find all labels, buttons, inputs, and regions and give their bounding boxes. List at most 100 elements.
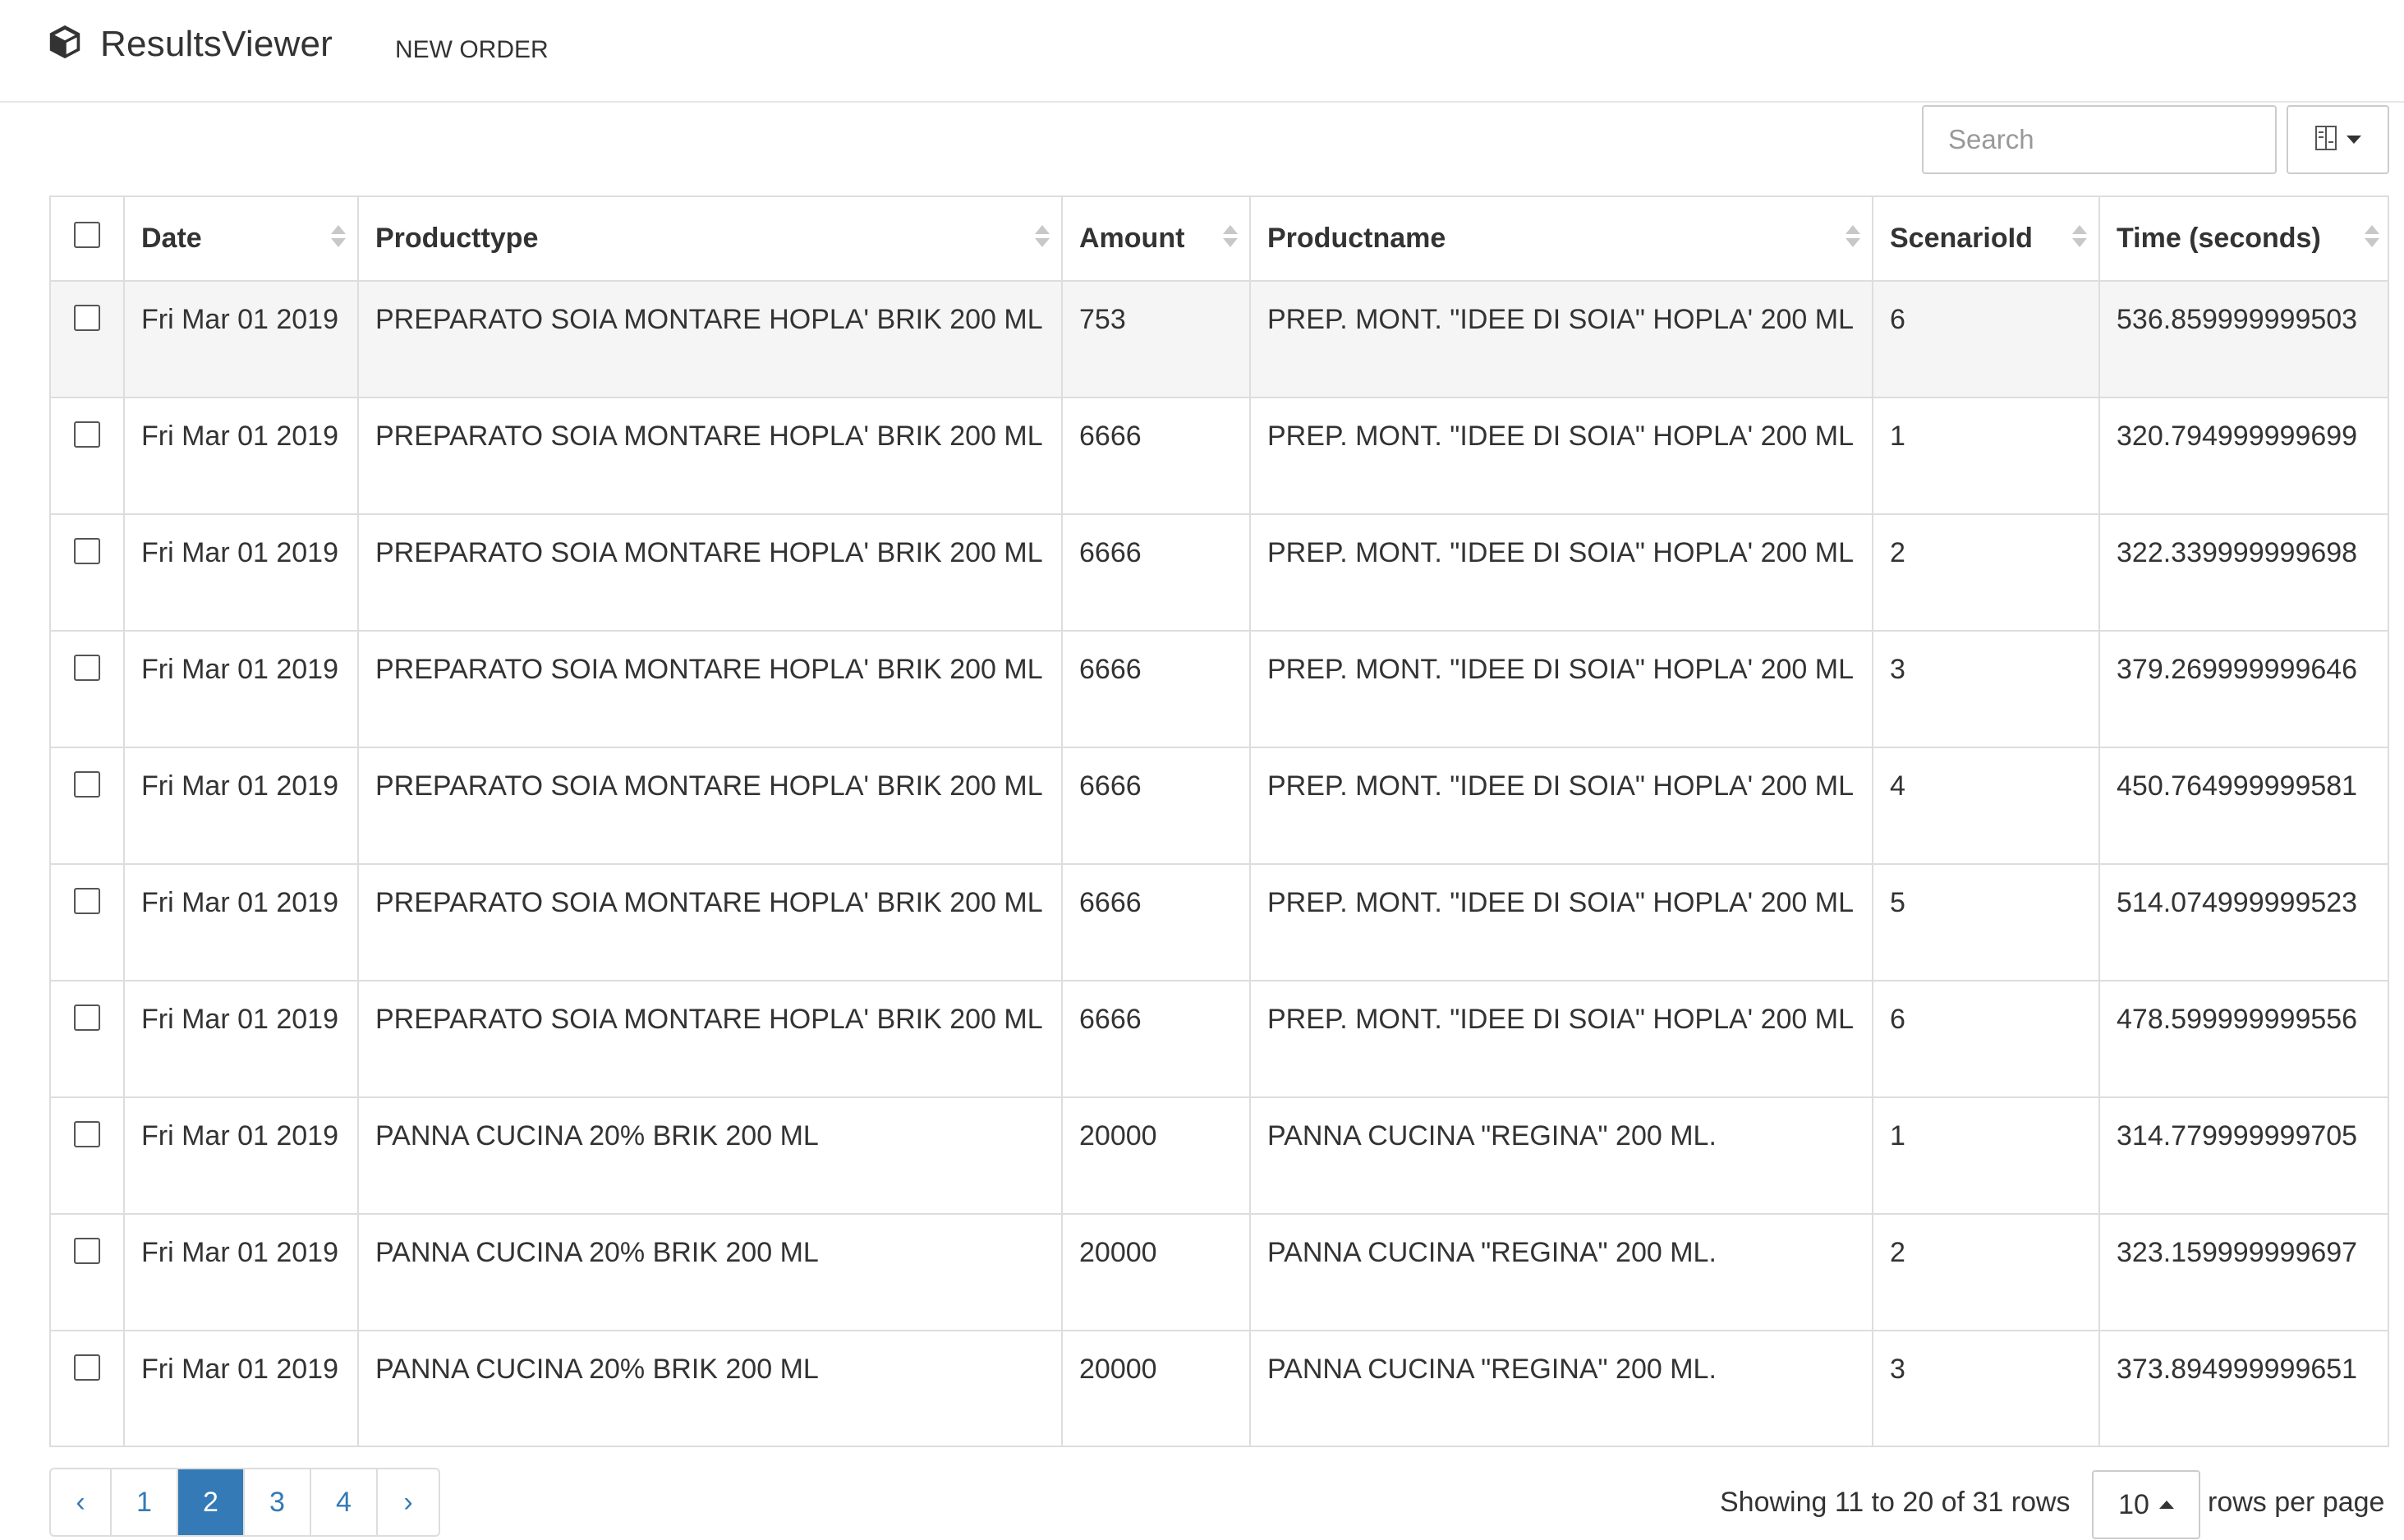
column-header-productname[interactable]: Productname [1249,197,1873,282]
row-select-cell [51,863,125,981]
rows-per-page-label: rows per page [2208,1487,2385,1518]
search-input[interactable] [1922,105,2277,174]
cell-date: Fri Mar 01 2019 [123,397,359,515]
table-row[interactable]: Fri Mar 01 2019 PANNA CUCINA 20% BRIK 200… [51,1330,2388,1446]
table-row[interactable]: Fri Mar 01 2019 PREPARATO SOIA MONTARE HO… [51,630,2388,748]
next-page-button[interactable]: › [378,1469,439,1535]
row-checkbox[interactable] [74,1354,100,1381]
row-select-cell [51,1330,125,1446]
cell-productname: PREP. MONT. "IDEE DI SOIA" HOPLA' 200 ML [1249,747,1873,865]
column-header-date[interactable]: Date [123,197,359,282]
cell-producttype: PREPARATO SOIA MONTARE HOPLA' BRIK 200 M… [357,980,1063,1098]
sort-icon [2072,225,2087,247]
cell-amount: 6666 [1061,747,1251,865]
cell-time: 514.074999999523 [2098,863,2388,981]
column-header-producttype[interactable]: Producttype [357,197,1063,282]
row-checkbox[interactable] [74,1121,100,1147]
cell-producttype: PANNA CUCINA 20% BRIK 200 ML [357,1096,1063,1215]
cell-date: Fri Mar 01 2019 [123,980,359,1098]
cell-producttype: PANNA CUCINA 20% BRIK 200 ML [357,1213,1063,1331]
table-row[interactable]: Fri Mar 01 2019 PREPARATO SOIA MONTARE HO… [51,863,2388,981]
results-table: Date Producttype Amount Productname Scen… [49,195,2389,1447]
select-all-cell [51,197,125,282]
cell-producttype: PREPARATO SOIA MONTARE HOPLA' BRIK 200 M… [357,280,1063,398]
row-checkbox[interactable] [74,305,100,331]
pagination-info: Showing 11 to 20 of 31 rows [1720,1487,2071,1518]
table-row[interactable]: Fri Mar 01 2019 PREPARATO SOIA MONTARE HO… [51,513,2388,632]
sort-icon [1846,225,1860,247]
sort-icon [2365,225,2379,247]
row-select-cell [51,513,125,632]
chevron-up-icon [2158,1501,2174,1509]
row-select-cell [51,630,125,748]
cell-producttype: PREPARATO SOIA MONTARE HOPLA' BRIK 200 M… [357,747,1063,865]
cell-productname: PREP. MONT. "IDEE DI SOIA" HOPLA' 200 ML [1249,863,1873,981]
row-checkbox[interactable] [74,538,100,564]
row-checkbox[interactable] [74,888,100,914]
cell-date: Fri Mar 01 2019 [123,863,359,981]
column-header-time[interactable]: Time (seconds) [2098,197,2388,282]
cell-scenario: 1 [1872,1096,2100,1215]
cell-productname: PREP. MONT. "IDEE DI SOIA" HOPLA' 200 ML [1249,397,1873,515]
table-row[interactable]: Fri Mar 01 2019 PANNA CUCINA 20% BRIK 200… [51,1096,2388,1215]
cube-icon [46,23,84,65]
column-header-amount[interactable]: Amount [1061,197,1251,282]
cell-amount: 6666 [1061,630,1251,748]
cell-scenario: 2 [1872,1213,2100,1331]
table-row[interactable]: Fri Mar 01 2019 PREPARATO SOIA MONTARE HO… [51,980,2388,1098]
table-row[interactable]: Fri Mar 01 2019 PREPARATO SOIA MONTARE HO… [51,280,2388,398]
row-checkbox[interactable] [74,1004,100,1031]
cell-amount: 20000 [1061,1330,1251,1446]
cell-time: 323.159999999697 [2098,1213,2388,1331]
app-title: ResultsViewer [100,23,333,64]
cell-scenario: 3 [1872,630,2100,748]
prev-page-button[interactable]: ‹ [51,1469,112,1535]
columns-toggle-button[interactable] [2287,105,2389,174]
table-row[interactable]: Fri Mar 01 2019 PANNA CUCINA 20% BRIK 200… [51,1213,2388,1331]
cell-scenario: 2 [1872,513,2100,632]
cell-scenario: 1 [1872,397,2100,515]
row-checkbox[interactable] [74,655,100,681]
row-select-cell [51,397,125,515]
page-button-3[interactable]: 3 [245,1469,311,1535]
cell-scenario: 5 [1872,863,2100,981]
columns-toggle-icon [2314,125,2337,154]
page-button-1[interactable]: 1 [112,1469,178,1535]
sort-icon [331,225,346,247]
table-header: Date Producttype Amount Productname Scen… [51,197,2388,282]
table-row[interactable]: Fri Mar 01 2019 PREPARATO SOIA MONTARE HO… [51,747,2388,865]
cell-amount: 6666 [1061,980,1251,1098]
cell-amount: 6666 [1061,863,1251,981]
cell-date: Fri Mar 01 2019 [123,630,359,748]
table-row[interactable]: Fri Mar 01 2019 PREPARATO SOIA MONTARE HO… [51,397,2388,515]
cell-amount: 753 [1061,280,1251,398]
sort-icon [1035,225,1050,247]
brand[interactable]: ResultsViewer [46,23,333,65]
row-checkbox[interactable] [74,1238,100,1264]
cell-productname: PREP. MONT. "IDEE DI SOIA" HOPLA' 200 ML [1249,280,1873,398]
cell-time: 379.269999999646 [2098,630,2388,748]
page-button-4[interactable]: 4 [311,1469,378,1535]
select-all-checkbox[interactable] [74,222,100,248]
row-checkbox[interactable] [74,421,100,448]
cell-productname: PREP. MONT. "IDEE DI SOIA" HOPLA' 200 ML [1249,513,1873,632]
page-size-value: 10 [2118,1488,2149,1520]
cell-date: Fri Mar 01 2019 [123,1330,359,1446]
cell-productname: PREP. MONT. "IDEE DI SOIA" HOPLA' 200 ML [1249,630,1873,748]
cell-amount: 20000 [1061,1096,1251,1215]
cell-time: 320.794999999699 [2098,397,2388,515]
cell-producttype: PREPARATO SOIA MONTARE HOPLA' BRIK 200 M… [357,863,1063,981]
column-header-scenarioid[interactable]: ScenarioId [1872,197,2100,282]
cell-time: 478.599999999556 [2098,980,2388,1098]
cell-productname: PANNA CUCINA "REGINA" 200 ML. [1249,1096,1873,1215]
cell-scenario: 6 [1872,280,2100,398]
cell-date: Fri Mar 01 2019 [123,280,359,398]
page-size-dropdown[interactable]: 10 [2092,1470,2200,1539]
new-order-link[interactable]: NEW ORDER [395,36,549,64]
cell-productname: PANNA CUCINA "REGINA" 200 ML. [1249,1330,1873,1446]
row-select-cell [51,747,125,865]
cell-amount: 20000 [1061,1213,1251,1331]
row-checkbox[interactable] [74,771,100,798]
page-button-2[interactable]: 2 [178,1469,245,1535]
cell-productname: PREP. MONT. "IDEE DI SOIA" HOPLA' 200 ML [1249,980,1873,1098]
